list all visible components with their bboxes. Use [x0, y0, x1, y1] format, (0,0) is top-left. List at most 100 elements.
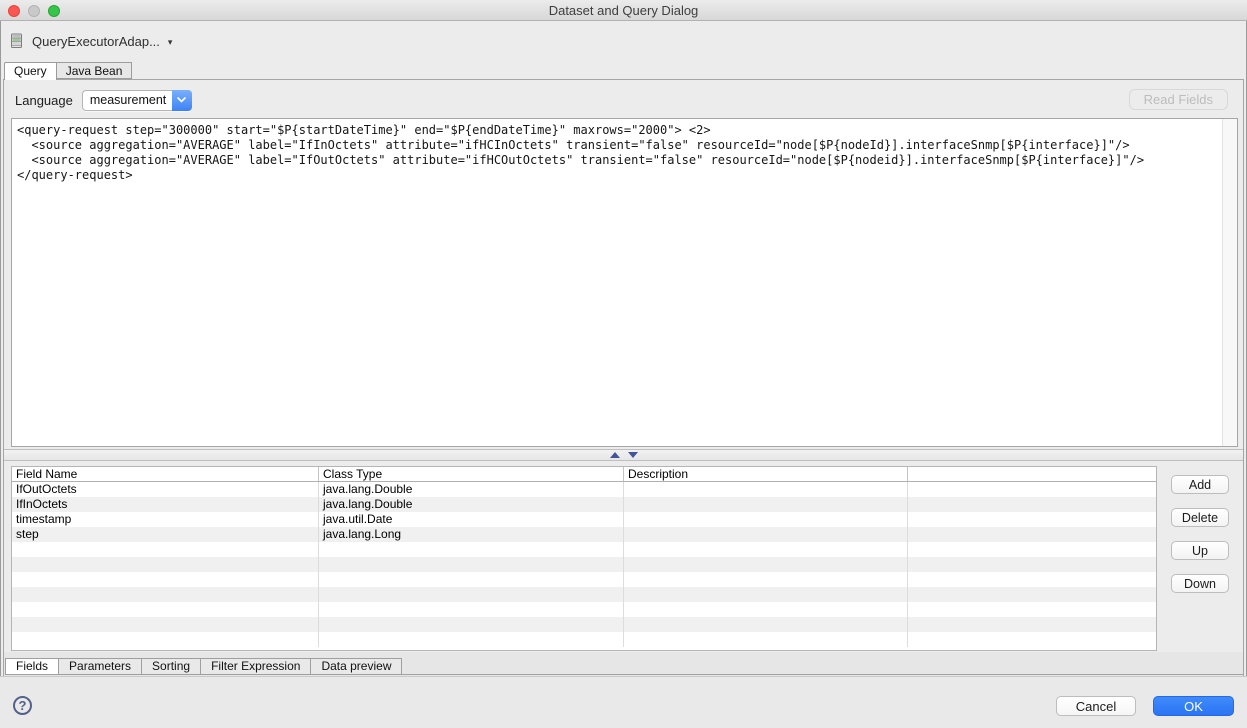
bottom-tab-bar: FieldsParametersSortingFilter Expression…	[5, 658, 1243, 675]
up-button[interactable]: Up	[1171, 541, 1229, 560]
table-cell	[908, 632, 1156, 647]
table-cell	[908, 617, 1156, 632]
tab-data-preview[interactable]: Data preview	[311, 658, 402, 675]
table-cell	[908, 587, 1156, 602]
database-icon	[10, 33, 24, 49]
column-header-extra[interactable]	[908, 467, 1156, 481]
table-cell	[624, 632, 908, 647]
column-header-description[interactable]: Description	[624, 467, 908, 481]
table-cell: java.lang.Double	[319, 497, 624, 512]
add-button[interactable]: Add	[1171, 475, 1229, 494]
query-line: <query-request step="300000" start="$P{s…	[17, 123, 1221, 138]
table-cell	[319, 572, 624, 587]
table-row[interactable]: IfOutOctetsjava.lang.Double	[12, 482, 1156, 497]
table-cell: java.util.Date	[319, 512, 624, 527]
dropdown-caret-icon: ▾	[168, 35, 173, 48]
chevron-down-icon	[172, 90, 192, 111]
language-row: Language measurement	[15, 89, 192, 111]
help-button[interactable]: ?	[13, 696, 32, 715]
table-cell	[624, 527, 908, 542]
query-text: <query-request step="300000" start="$P{s…	[12, 119, 1221, 446]
table-row	[12, 572, 1156, 587]
table-cell	[908, 482, 1156, 497]
dialog-footer: ? Cancel OK	[0, 676, 1247, 728]
column-header-field-name[interactable]: Field Name	[12, 467, 319, 481]
table-cell	[908, 572, 1156, 587]
table-cell	[624, 557, 908, 572]
table-cell	[12, 587, 319, 602]
table-cell	[624, 542, 908, 557]
table-cell: java.lang.Double	[319, 482, 624, 497]
tab-sorting[interactable]: Sorting	[142, 658, 201, 675]
table-cell: step	[12, 527, 319, 542]
table-cell	[624, 617, 908, 632]
table-row[interactable]: timestampjava.util.Date	[12, 512, 1156, 527]
language-select[interactable]: measurement	[82, 90, 192, 111]
table-cell	[12, 572, 319, 587]
query-line: </query-request>	[17, 168, 1221, 183]
table-cell	[12, 617, 319, 632]
delete-button[interactable]: Delete	[1171, 508, 1229, 527]
language-label: Language	[15, 93, 73, 108]
minimize-window-button[interactable]	[28, 5, 40, 17]
table-cell	[12, 602, 319, 617]
fields-table: Field NameClass TypeDescription IfOutOct…	[11, 466, 1157, 651]
table-cell: timestamp	[12, 512, 319, 527]
table-row	[12, 587, 1156, 602]
table-row	[12, 602, 1156, 617]
table-cell	[12, 632, 319, 647]
tab-java-bean[interactable]: Java Bean	[57, 62, 133, 79]
table-cell	[319, 557, 624, 572]
title-bar: Dataset and Query Dialog	[0, 0, 1247, 21]
read-fields-button[interactable]: Read Fields	[1129, 89, 1228, 110]
footer-buttons: Cancel OK	[1056, 696, 1234, 716]
query-scrollbar[interactable]	[1222, 119, 1237, 446]
fields-table-body: IfOutOctetsjava.lang.DoubleIfInOctetsjav…	[12, 482, 1156, 647]
table-cell	[624, 482, 908, 497]
table-cell	[908, 527, 1156, 542]
data-adapter-dropdown[interactable]: QueryExecutorAdap... ▾	[10, 31, 172, 51]
cancel-button[interactable]: Cancel	[1056, 696, 1136, 716]
table-cell	[624, 512, 908, 527]
splitter-down-icon[interactable]	[628, 452, 638, 458]
table-cell	[908, 557, 1156, 572]
query-text-area[interactable]: <query-request step="300000" start="$P{s…	[11, 118, 1238, 447]
splitter-up-icon[interactable]	[610, 452, 620, 458]
ok-button[interactable]: OK	[1153, 696, 1234, 716]
tab-parameters[interactable]: Parameters	[59, 658, 142, 675]
table-row	[12, 542, 1156, 557]
table-cell: IfInOctets	[12, 497, 319, 512]
table-row[interactable]: stepjava.lang.Long	[12, 527, 1156, 542]
close-window-button[interactable]	[8, 5, 20, 17]
table-cell: java.lang.Long	[319, 527, 624, 542]
splitter-handle[interactable]	[4, 449, 1243, 461]
table-cell	[319, 617, 624, 632]
zoom-window-button[interactable]	[48, 5, 60, 17]
table-cell	[624, 497, 908, 512]
table-cell	[319, 587, 624, 602]
table-action-buttons: Add Delete Up Down	[1171, 475, 1231, 593]
query-line: <source aggregation="AVERAGE" label="IfO…	[17, 153, 1221, 168]
tab-fields[interactable]: Fields	[5, 658, 59, 675]
table-row	[12, 557, 1156, 572]
query-tab-panel: Language measurement Read Fields <query-…	[3, 79, 1244, 676]
table-cell	[908, 602, 1156, 617]
down-button[interactable]: Down	[1171, 574, 1229, 593]
table-cell	[319, 602, 624, 617]
table-cell	[908, 542, 1156, 557]
fields-table-header: Field NameClass TypeDescription	[12, 467, 1156, 482]
table-row[interactable]: IfInOctetsjava.lang.Double	[12, 497, 1156, 512]
adapter-label: QueryExecutorAdap...	[32, 34, 160, 49]
traffic-lights	[8, 5, 60, 17]
table-row	[12, 617, 1156, 632]
table-cell	[12, 557, 319, 572]
table-cell	[624, 602, 908, 617]
tab-filter-expression[interactable]: Filter Expression	[201, 658, 311, 675]
tab-query[interactable]: Query	[4, 62, 57, 80]
table-row	[12, 632, 1156, 647]
top-tab-bar: QueryJava Bean	[4, 62, 132, 80]
table-cell	[624, 587, 908, 602]
column-header-class-type[interactable]: Class Type	[319, 467, 624, 481]
window-title: Dataset and Query Dialog	[0, 0, 1247, 21]
table-cell	[908, 512, 1156, 527]
